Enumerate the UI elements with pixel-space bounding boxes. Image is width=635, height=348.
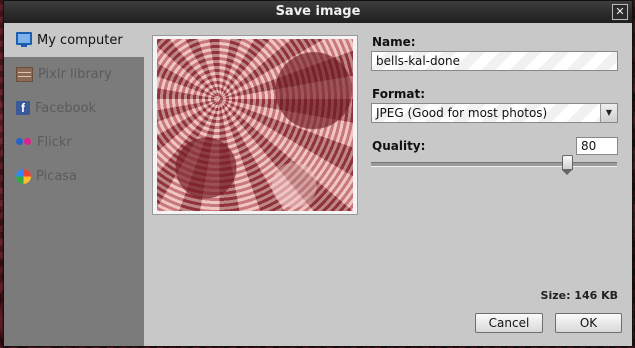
name-label: Name: <box>372 35 416 49</box>
dialog-titlebar: Save image ✕ <box>4 1 632 23</box>
dropdown-arrow-icon[interactable]: ▼ <box>600 104 617 122</box>
sidebar-item-label: Flickr <box>37 134 72 150</box>
quality-slider-thumb[interactable] <box>562 155 574 175</box>
quality-slider-track[interactable] <box>371 162 617 167</box>
filename-input[interactable] <box>371 51 618 71</box>
preview-thumbnail <box>157 39 353 211</box>
close-icon: ✕ <box>615 5 625 18</box>
close-button[interactable]: ✕ <box>612 4 628 20</box>
monitor-icon <box>16 32 32 47</box>
file-size-label: Size: 146 KB <box>540 289 618 302</box>
sidebar-item-label: Pixlr library <box>38 66 112 82</box>
ok-button[interactable]: OK <box>555 313 622 333</box>
flickr-icon <box>16 138 32 146</box>
dialog-title: Save image <box>275 4 361 19</box>
library-icon <box>16 66 33 82</box>
sidebar-item-pixlr-library[interactable]: Pixlr library <box>4 57 144 91</box>
image-preview <box>152 35 358 215</box>
quality-label: Quality: <box>372 139 426 153</box>
sidebar-item-my-computer[interactable]: My computer <box>4 23 144 57</box>
sidebar-item-picasa[interactable]: Picasa <box>4 159 144 193</box>
sidebar-item-label: Picasa <box>36 168 78 184</box>
save-destination-sidebar: My computer Pixlr library f Facebook Fli… <box>4 23 144 346</box>
cancel-button[interactable]: Cancel <box>475 313 543 333</box>
format-label: Format: <box>372 87 426 101</box>
format-select[interactable]: JPEG (Good for most photos) ▼ <box>371 103 618 123</box>
sidebar-item-flickr[interactable]: Flickr <box>4 125 144 159</box>
quality-value-input[interactable]: 80 <box>576 137 618 155</box>
sidebar-item-label: Facebook <box>35 100 97 116</box>
sidebar-item-facebook[interactable]: f Facebook <box>4 91 144 125</box>
sidebar-item-label: My computer <box>37 32 123 48</box>
format-selected-value: JPEG (Good for most photos) <box>376 106 548 120</box>
facebook-icon: f <box>16 101 30 115</box>
picasa-icon <box>16 168 31 184</box>
